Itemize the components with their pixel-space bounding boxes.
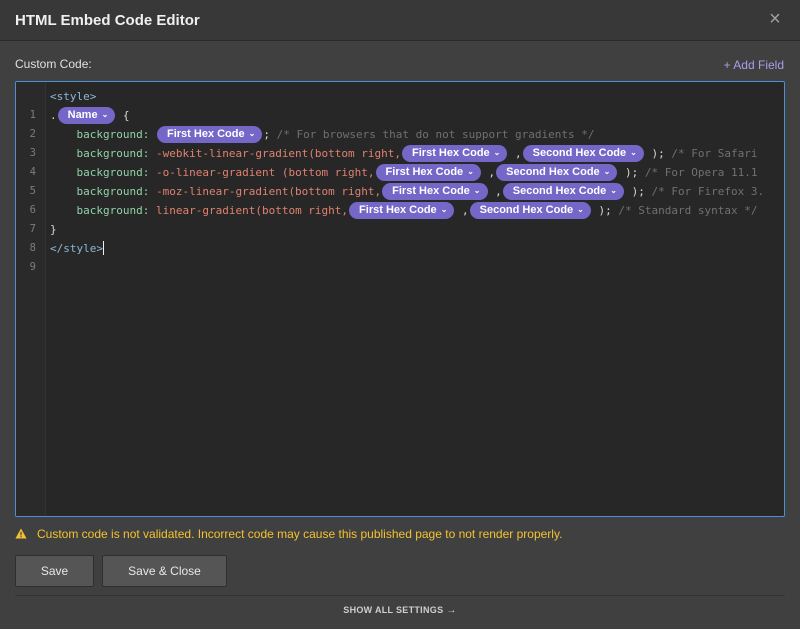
second-hex-pill[interactable]: Second Hex Code ⌄	[522, 145, 644, 162]
code-editor[interactable]: 1 <style> 2 . Name ⌄ { 3 background: First…	[15, 81, 785, 517]
code-token: background:	[76, 128, 150, 141]
code-token: (bottom right,	[288, 185, 382, 198]
line-number: 9	[29, 261, 36, 273]
code-line: 7 background: linear-gradient(bottom rig…	[16, 201, 784, 235]
chevron-down-icon: ⌄	[101, 110, 109, 119]
code-token: -moz-linear-gradient	[155, 185, 289, 198]
embed-code-modal: HTML Embed Code Editor × Custom Code: + …	[0, 0, 800, 629]
code-token: (bottom right,	[308, 147, 402, 160]
first-hex-pill[interactable]: First Hex Code ⌄	[382, 183, 488, 200]
chevron-down-icon: ⌄	[577, 205, 584, 214]
chevron-down-icon: ⌄	[440, 205, 448, 214]
second-hex-pill[interactable]: Second Hex Code ⌄	[496, 164, 618, 181]
pill-label: Second Hex Code	[532, 147, 627, 159]
code-token: );	[598, 204, 612, 217]
chevron-down-icon: ⌄	[248, 129, 256, 138]
pill-label: Second Hex Code	[479, 204, 574, 216]
code-token: </style>	[50, 242, 103, 255]
code-line: 2 . Name ⌄ {	[16, 106, 784, 140]
code-line: 9 </style>	[16, 239, 784, 273]
warning-icon	[15, 527, 31, 541]
code-comment: /* For browsers that do not support grad…	[269, 128, 595, 141]
code-token: <style>	[50, 90, 97, 103]
chevron-down-icon: ⌄	[603, 167, 611, 176]
code-token: }	[50, 223, 57, 236]
code-token: ;	[263, 128, 270, 141]
close-icon[interactable]: ×	[764, 8, 786, 30]
pill-label: First Hex Code	[385, 166, 464, 178]
code-token: {	[116, 109, 130, 122]
pill-label: First Hex Code	[166, 128, 245, 140]
chevron-down-icon: ⌄	[493, 148, 501, 157]
show-all-settings-link[interactable]: SHOW ALL SETTINGS →	[0, 605, 800, 616]
footer-divider	[15, 595, 785, 596]
code-line: 8 }	[16, 220, 784, 254]
code-line: 5 background: -o-linear-gradient (bottom…	[16, 163, 784, 197]
pill-label: First Hex Code	[359, 204, 437, 216]
name-field-pill[interactable]: Name ⌄	[57, 107, 116, 124]
second-hex-pill[interactable]: Second Hex Code ⌄	[502, 183, 624, 200]
modal-title: HTML Embed Code Editor	[15, 12, 200, 29]
save-close-button[interactable]: Save & Close	[102, 555, 227, 587]
code-token: ,	[515, 147, 522, 160]
save-button[interactable]: Save	[15, 555, 94, 587]
add-field-link[interactable]: + Add Field	[724, 58, 784, 72]
chevron-down-icon: ⌄	[630, 148, 637, 157]
pill-label: Second Hex Code	[506, 166, 600, 178]
code-line: 4 background: -webkit-linear-gradient(bo…	[16, 144, 784, 178]
show-all-label: SHOW ALL SETTINGS	[343, 605, 444, 615]
text-cursor	[102, 241, 104, 255]
code-token: linear-gradient	[155, 204, 256, 217]
pill-label: First Hex Code	[412, 147, 490, 159]
pill-label: Second Hex Code	[512, 185, 607, 197]
code-token: (bottom right,	[255, 204, 349, 217]
code-token: -webkit-linear-gradient	[155, 147, 309, 160]
code-token: );	[651, 147, 665, 160]
code-token: );	[625, 166, 639, 179]
code-line: 6 background: -moz-linear-gradient(botto…	[16, 182, 784, 216]
code-token: background:	[76, 204, 150, 217]
first-hex-pill[interactable]: First Hex Code ⌄	[402, 145, 508, 162]
arrow-right-icon: →	[446, 605, 457, 616]
code-comment: /* Standard syntax */	[611, 204, 758, 217]
chevron-down-icon: ⌄	[610, 186, 617, 195]
chevron-down-icon: ⌄	[473, 186, 481, 195]
code-comment: /* For Safari	[664, 147, 758, 160]
chevron-down-icon: ⌄	[467, 167, 474, 176]
code-token: (bottom right,	[275, 166, 375, 179]
code-token: .	[50, 109, 57, 122]
pill-label: Name	[67, 109, 98, 121]
code-token: ,	[462, 204, 469, 217]
second-hex-pill[interactable]: Second Hex Code ⌄	[469, 202, 591, 219]
code-token: ,	[495, 185, 502, 198]
code-token: background:	[76, 166, 150, 179]
code-token: ,	[488, 166, 496, 179]
validation-warning: Custom code is not validated. Incorrect …	[15, 527, 785, 541]
code-line: 1 <style>	[16, 87, 784, 121]
code-token: background:	[76, 185, 150, 198]
custom-code-label: Custom Code:	[15, 57, 92, 71]
first-hex-pill[interactable]: First Hex Code ⌄	[375, 164, 481, 181]
code-comment: /* For Opera 11.1	[638, 166, 758, 179]
code-token: background:	[76, 147, 150, 160]
warning-text: Custom code is not validated. Incorrect …	[37, 527, 563, 541]
first-hex-pill[interactable]: First Hex Code ⌄	[156, 126, 263, 143]
code-token: );	[631, 185, 645, 198]
pill-label: First Hex Code	[392, 185, 470, 197]
code-lines: 1 <style> 2 . Name ⌄ { 3 background: First…	[16, 87, 784, 273]
first-hex-pill[interactable]: First Hex Code ⌄	[349, 202, 455, 219]
code-comment: /* For Firefox 3.	[644, 185, 765, 198]
code-token: -o-linear-gradient	[155, 166, 276, 179]
modal-header: HTML Embed Code Editor ×	[0, 0, 800, 41]
code-line: 3 background: First Hex Code ⌄; /* For br…	[16, 125, 784, 159]
